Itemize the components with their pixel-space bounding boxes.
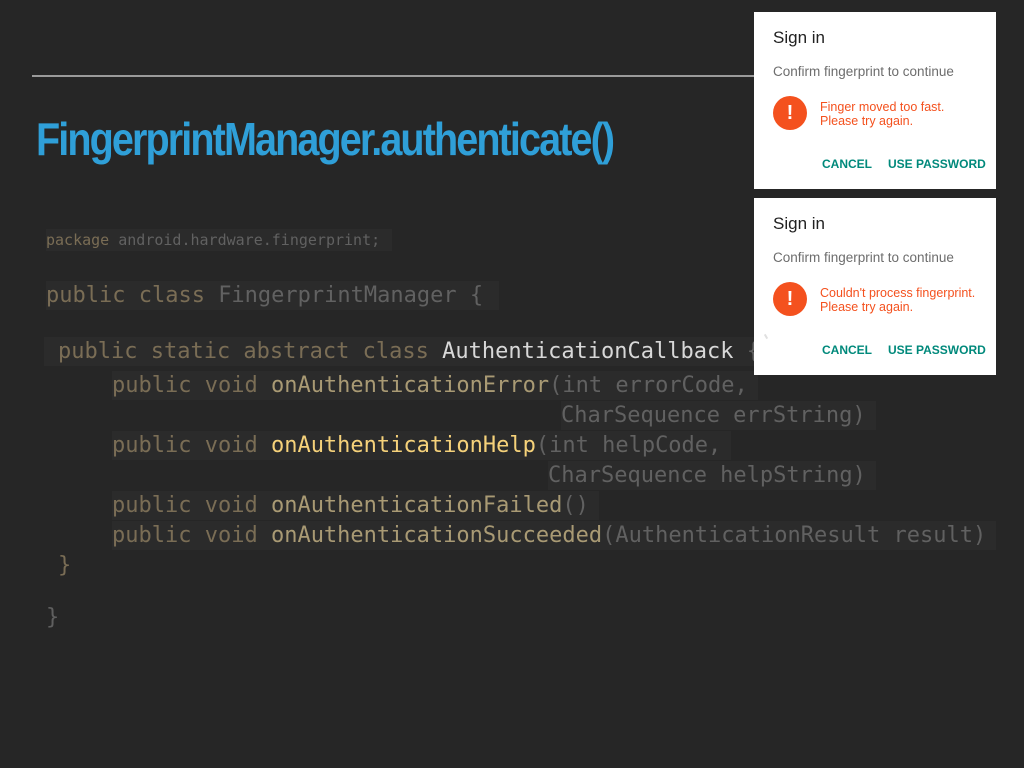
- cancel-button[interactable]: CANCEL: [822, 157, 872, 171]
- semicolon: ;: [371, 231, 381, 249]
- fingerprint-dialog-fast: Sign in Confirm fingerprint to continue …: [754, 12, 996, 189]
- cancel-button[interactable]: CANCEL: [822, 343, 872, 357]
- package-name: android.hardware.fingerprint: [109, 231, 372, 249]
- code-line-method-help-cont: CharSequence helpString): [548, 461, 876, 490]
- code-line-inner-class: public static abstract class Authenticat…: [44, 337, 769, 366]
- method-params-cont: CharSequence helpString): [548, 463, 866, 488]
- method-params: (AuthenticationResult result): [602, 523, 987, 548]
- keyword: package: [46, 231, 110, 249]
- class-name: FingerprintManager: [218, 283, 457, 308]
- title-divider: [32, 75, 762, 77]
- method-params: (): [562, 493, 589, 518]
- keyword: public static abstract class: [58, 339, 443, 364]
- error-icon: !: [773, 282, 807, 316]
- keyword: public void: [112, 493, 271, 518]
- code-line-class: public class FingerprintManager {: [46, 281, 500, 310]
- code-line-method-error-cont: CharSequence errString): [561, 401, 876, 430]
- dialog-error-message: Finger moved too fast. Please try again.: [820, 100, 945, 128]
- dialog-subtitle: Confirm fingerprint to continue: [773, 64, 954, 79]
- brace: {: [456, 283, 484, 308]
- use-password-button[interactable]: USE PASSWORD: [888, 157, 986, 171]
- code-line-method-succeeded: public void onAuthenticationSucceeded(Au…: [112, 521, 997, 550]
- method-name: onAuthenticationSucceeded: [270, 523, 603, 548]
- method-name-highlighted: onAuthenticationHelp: [270, 433, 536, 458]
- method-params-cont: CharSequence errString): [561, 403, 866, 428]
- dialog-title: Sign in: [773, 28, 825, 47]
- inner-class-name: AuthenticationCallback: [442, 339, 734, 364]
- dialog-title: Sign in: [773, 214, 825, 233]
- code-outer-close-brace: }: [46, 605, 60, 630]
- error-icon: !: [773, 96, 807, 130]
- dialog-error-message: Couldn't process fingerprint. Please try…: [820, 286, 976, 314]
- code-line-method-help: public void onAuthenticationHelp(int hel…: [112, 431, 732, 460]
- keyword: public void: [112, 433, 271, 458]
- code-line-method-error: public void onAuthenticationError(int er…: [112, 371, 758, 400]
- method-name: onAuthenticationError: [270, 373, 550, 398]
- page-title: FingerprintManager.authenticate(): [36, 113, 615, 165]
- use-password-button[interactable]: USE PASSWORD: [888, 343, 986, 357]
- code-inner-close-brace: }: [58, 553, 72, 578]
- fingerprint-dialog-process: Sign in Confirm fingerprint to continue …: [754, 198, 996, 375]
- keyword: public void: [112, 523, 271, 548]
- code-line-package: package android.hardware.fingerprint;: [46, 229, 393, 251]
- keyword: public class: [46, 283, 219, 308]
- method-params: (int errorCode,: [549, 373, 748, 398]
- method-params: (int helpCode,: [535, 433, 722, 458]
- method-name: onAuthenticationFailed: [270, 493, 563, 518]
- keyword: public void: [112, 373, 271, 398]
- code-line-method-failed: public void onAuthenticationFailed(): [112, 491, 599, 520]
- dialog-subtitle: Confirm fingerprint to continue: [773, 250, 954, 265]
